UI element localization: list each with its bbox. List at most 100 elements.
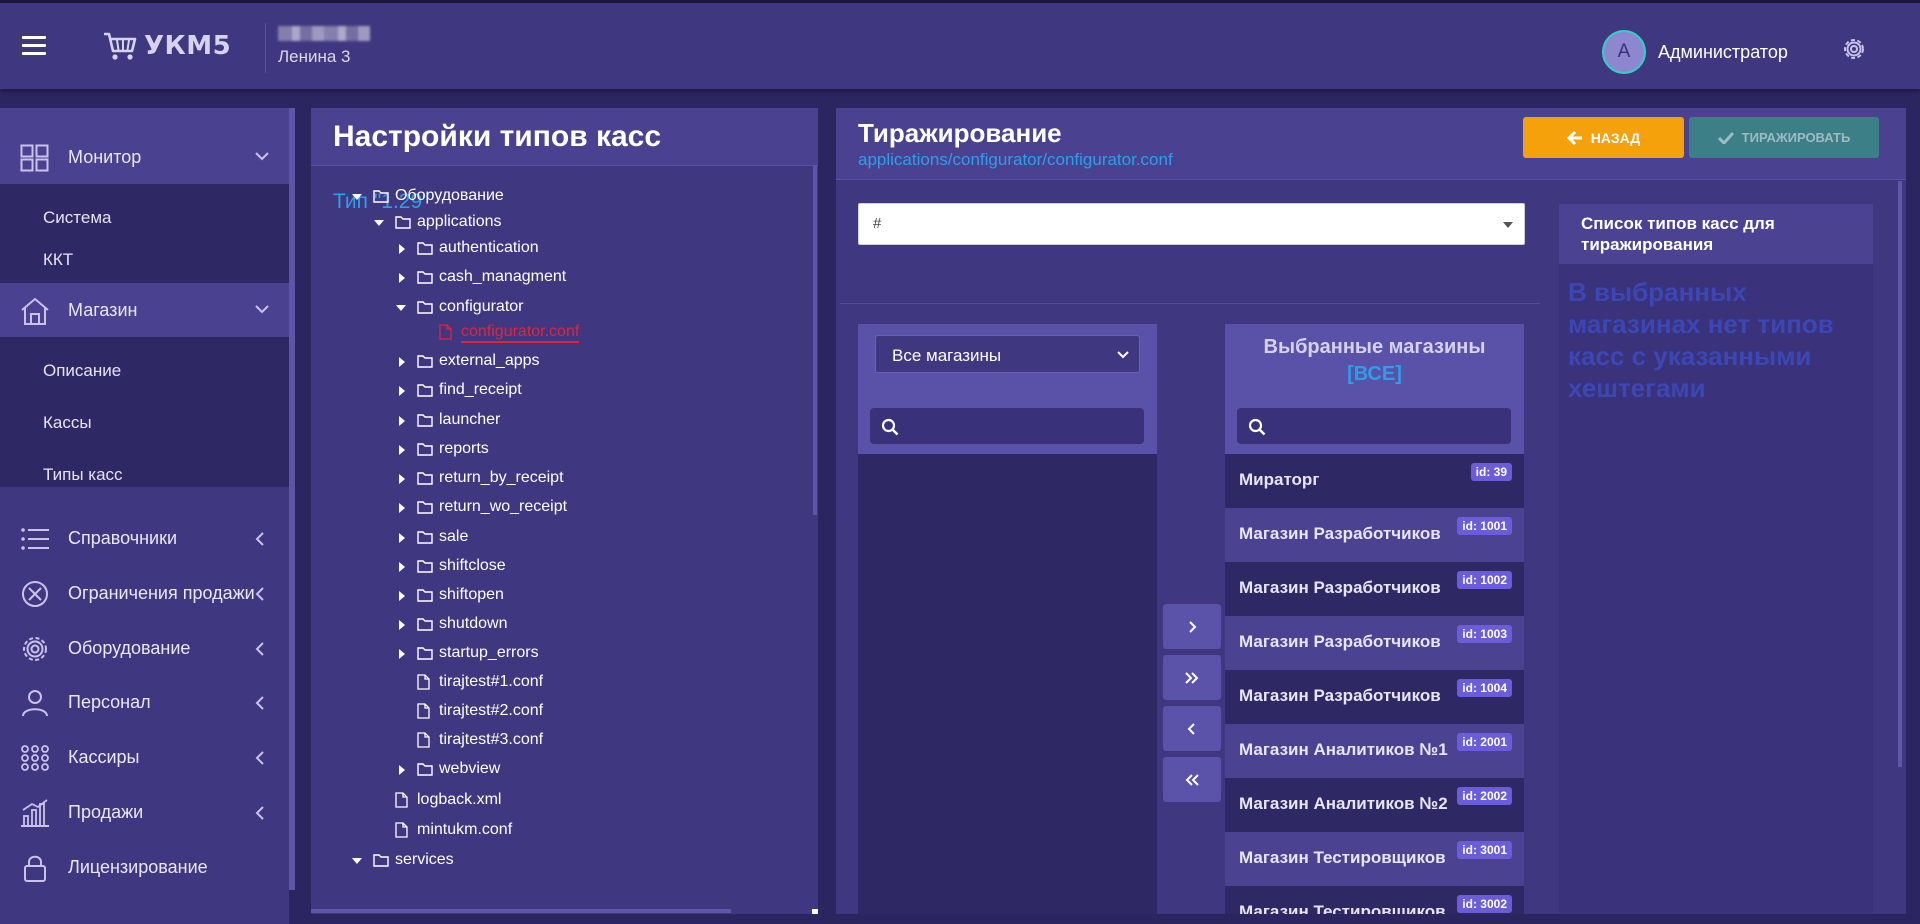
tree-folder[interactable]: launcher: [395, 410, 695, 432]
sidebar-item-monitor[interactable]: Монитор: [0, 130, 289, 184]
sidebar-item-sale-restrictions[interactable]: Ограничения продажи: [0, 566, 289, 620]
selected-store-row[interactable]: Магазин Тестировщиков id: 3002: [1225, 886, 1524, 914]
tree-folder[interactable]: external_apps: [395, 351, 695, 373]
tree-folder[interactable]: return_wo_receipt: [395, 497, 695, 519]
sidebar-scrollbar[interactable]: [289, 108, 295, 890]
sidebar-subitem-system[interactable]: Система: [43, 208, 111, 228]
tree-file[interactable]: tirajtest#1.conf: [395, 672, 695, 694]
caret-right-icon[interactable]: [397, 532, 407, 544]
tree-file[interactable]: tirajtest#3.conf: [395, 730, 695, 752]
selected-store-row[interactable]: Магазин Аналитиков №2 id: 2002: [1225, 778, 1524, 832]
tree-file[interactable]: tirajtest#2.conf: [395, 701, 695, 723]
app-logo[interactable]: УКМ5: [102, 31, 231, 61]
selected-stores-all[interactable]: [ВСЕ]: [1225, 363, 1524, 386]
sidebar-item-label: Монитор: [68, 146, 142, 167]
register-types-empty-message: В выбранных магазинах нет типов касс с у…: [1568, 277, 1834, 403]
selected-store-row[interactable]: Магазин Тестировщиков id: 3001: [1225, 832, 1524, 886]
sidebar-item-cashiers[interactable]: Кассиры: [0, 730, 289, 784]
tree-folder[interactable]: services: [351, 850, 651, 872]
available-stores-search[interactable]: [870, 408, 1144, 444]
hashtag-select[interactable]: #: [858, 203, 1525, 245]
folder-icon: [417, 618, 433, 631]
settings-gear-icon[interactable]: [1840, 35, 1868, 63]
caret-down-icon[interactable]: [395, 303, 407, 313]
stores-filter-select[interactable]: Все магазины: [875, 335, 1140, 373]
tree-folder[interactable]: shutdown: [395, 614, 695, 636]
tree-folder[interactable]: shiftclose: [395, 556, 695, 578]
sidebar-item-personnel[interactable]: Персонал: [0, 675, 289, 729]
move-all-left-button[interactable]: [1163, 757, 1221, 802]
sidebar-menu: Монитор Система ККТ Магазин Описание Кас…: [0, 108, 289, 924]
tree-folder[interactable]: cash_managment: [395, 267, 695, 289]
config-path[interactable]: applications/configurator/configurator.c…: [858, 150, 1173, 170]
sidebar-subitem-description[interactable]: Описание: [43, 361, 121, 381]
back-button[interactable]: НАЗАД: [1523, 117, 1684, 158]
caret-right-icon[interactable]: [397, 502, 407, 514]
folder-icon: [417, 271, 433, 284]
move-all-right-button[interactable]: [1163, 655, 1221, 700]
tree-file[interactable]: mintukm.conf: [373, 820, 673, 842]
selected-store-row[interactable]: Магазин Разработчиков id: 1001: [1225, 508, 1524, 562]
selected-store-row[interactable]: Магазин Аналитиков №1 id: 2001: [1225, 724, 1524, 778]
tree-folder[interactable]: shiftopen: [395, 585, 695, 607]
caret-right-icon[interactable]: [397, 619, 407, 631]
folder-icon: [417, 531, 433, 544]
sidebar-item-equipment[interactable]: Оборудование: [0, 621, 289, 675]
tree-vertical-scrollbar[interactable]: [813, 165, 817, 515]
stores-filter-value: Все магазины: [892, 346, 1002, 365]
tree-folder[interactable]: startup_errors: [395, 643, 695, 665]
move-right-button[interactable]: [1163, 604, 1221, 649]
sidebar-item-sales[interactable]: Продажи: [0, 785, 289, 839]
selected-store-row[interactable]: Мираторг id: 39: [1225, 454, 1524, 508]
caret-right-icon[interactable]: [397, 272, 407, 284]
menu-toggle-icon[interactable]: [22, 36, 46, 56]
tree-folder[interactable]: Оборудование: [351, 186, 651, 208]
tree-folder[interactable]: applications: [373, 212, 673, 234]
replicate-button[interactable]: ТИРАЖИРОВАТЬ: [1689, 117, 1879, 158]
replication-scrollbar[interactable]: [1898, 181, 1902, 767]
folder-icon: [417, 355, 433, 368]
caret-right-icon[interactable]: [397, 648, 407, 660]
selected-store-row[interactable]: Магазин Разработчиков id: 1002: [1225, 562, 1524, 616]
user-menu[interactable]: А Администратор: [1602, 30, 1788, 74]
move-left-button[interactable]: [1163, 706, 1221, 751]
caret-down-icon[interactable]: [351, 192, 363, 202]
selected-stores-search[interactable]: [1237, 408, 1511, 444]
tree-folder[interactable]: authentication: [395, 238, 695, 260]
caret-right-icon[interactable]: [397, 444, 407, 456]
sidebar-item-store[interactable]: Магазин: [0, 283, 289, 337]
available-stores-list: Все магазины: [858, 324, 1157, 914]
tree-horizontal-scrollbar[interactable]: [311, 909, 731, 913]
person-icon: [22, 690, 48, 717]
folder-icon: [417, 384, 433, 397]
caret-right-icon[interactable]: [397, 473, 407, 485]
double-chevron-right-icon: [1185, 671, 1199, 684]
tree-folder[interactable]: return_by_receipt: [395, 468, 695, 490]
tree-folder[interactable]: configurator: [395, 297, 695, 319]
caret-right-icon[interactable]: [397, 415, 407, 427]
caret-right-icon[interactable]: [397, 385, 407, 397]
caret-down-icon[interactable]: [351, 856, 363, 866]
caret-right-icon[interactable]: [397, 356, 407, 368]
tree-folder[interactable]: webview: [395, 759, 695, 781]
current-store[interactable]: Ленина 3: [265, 23, 370, 73]
tree-folder[interactable]: find_receipt: [395, 380, 695, 402]
sidebar-subitem-kkt[interactable]: ККТ: [43, 250, 73, 270]
sidebar-subitem-registers[interactable]: Кассы: [43, 413, 92, 433]
caret-right-icon[interactable]: [397, 590, 407, 602]
selected-store-row[interactable]: Магазин Разработчиков id: 1004: [1225, 670, 1524, 724]
sidebar-item-licensing[interactable]: Лицензирование: [0, 840, 289, 894]
caret-down-icon[interactable]: [373, 218, 385, 228]
caret-right-icon[interactable]: [397, 561, 407, 573]
tree-folder[interactable]: reports: [395, 439, 695, 461]
sidebar-item-directories[interactable]: Справочники: [0, 511, 289, 565]
tree-file[interactable]: configurator.conf: [417, 322, 717, 344]
tree-folder[interactable]: sale: [395, 527, 695, 549]
tree-node-label: tirajtest#3.conf: [439, 731, 544, 748]
tree-file[interactable]: logback.xml: [373, 790, 673, 812]
tree-node-label: return_by_receipt: [439, 469, 564, 486]
selected-store-row[interactable]: Магазин Разработчиков id: 1003: [1225, 616, 1524, 670]
sidebar-subitem-register-types[interactable]: Типы касс: [43, 465, 123, 485]
caret-right-icon[interactable]: [397, 243, 407, 255]
caret-right-icon[interactable]: [397, 764, 407, 776]
